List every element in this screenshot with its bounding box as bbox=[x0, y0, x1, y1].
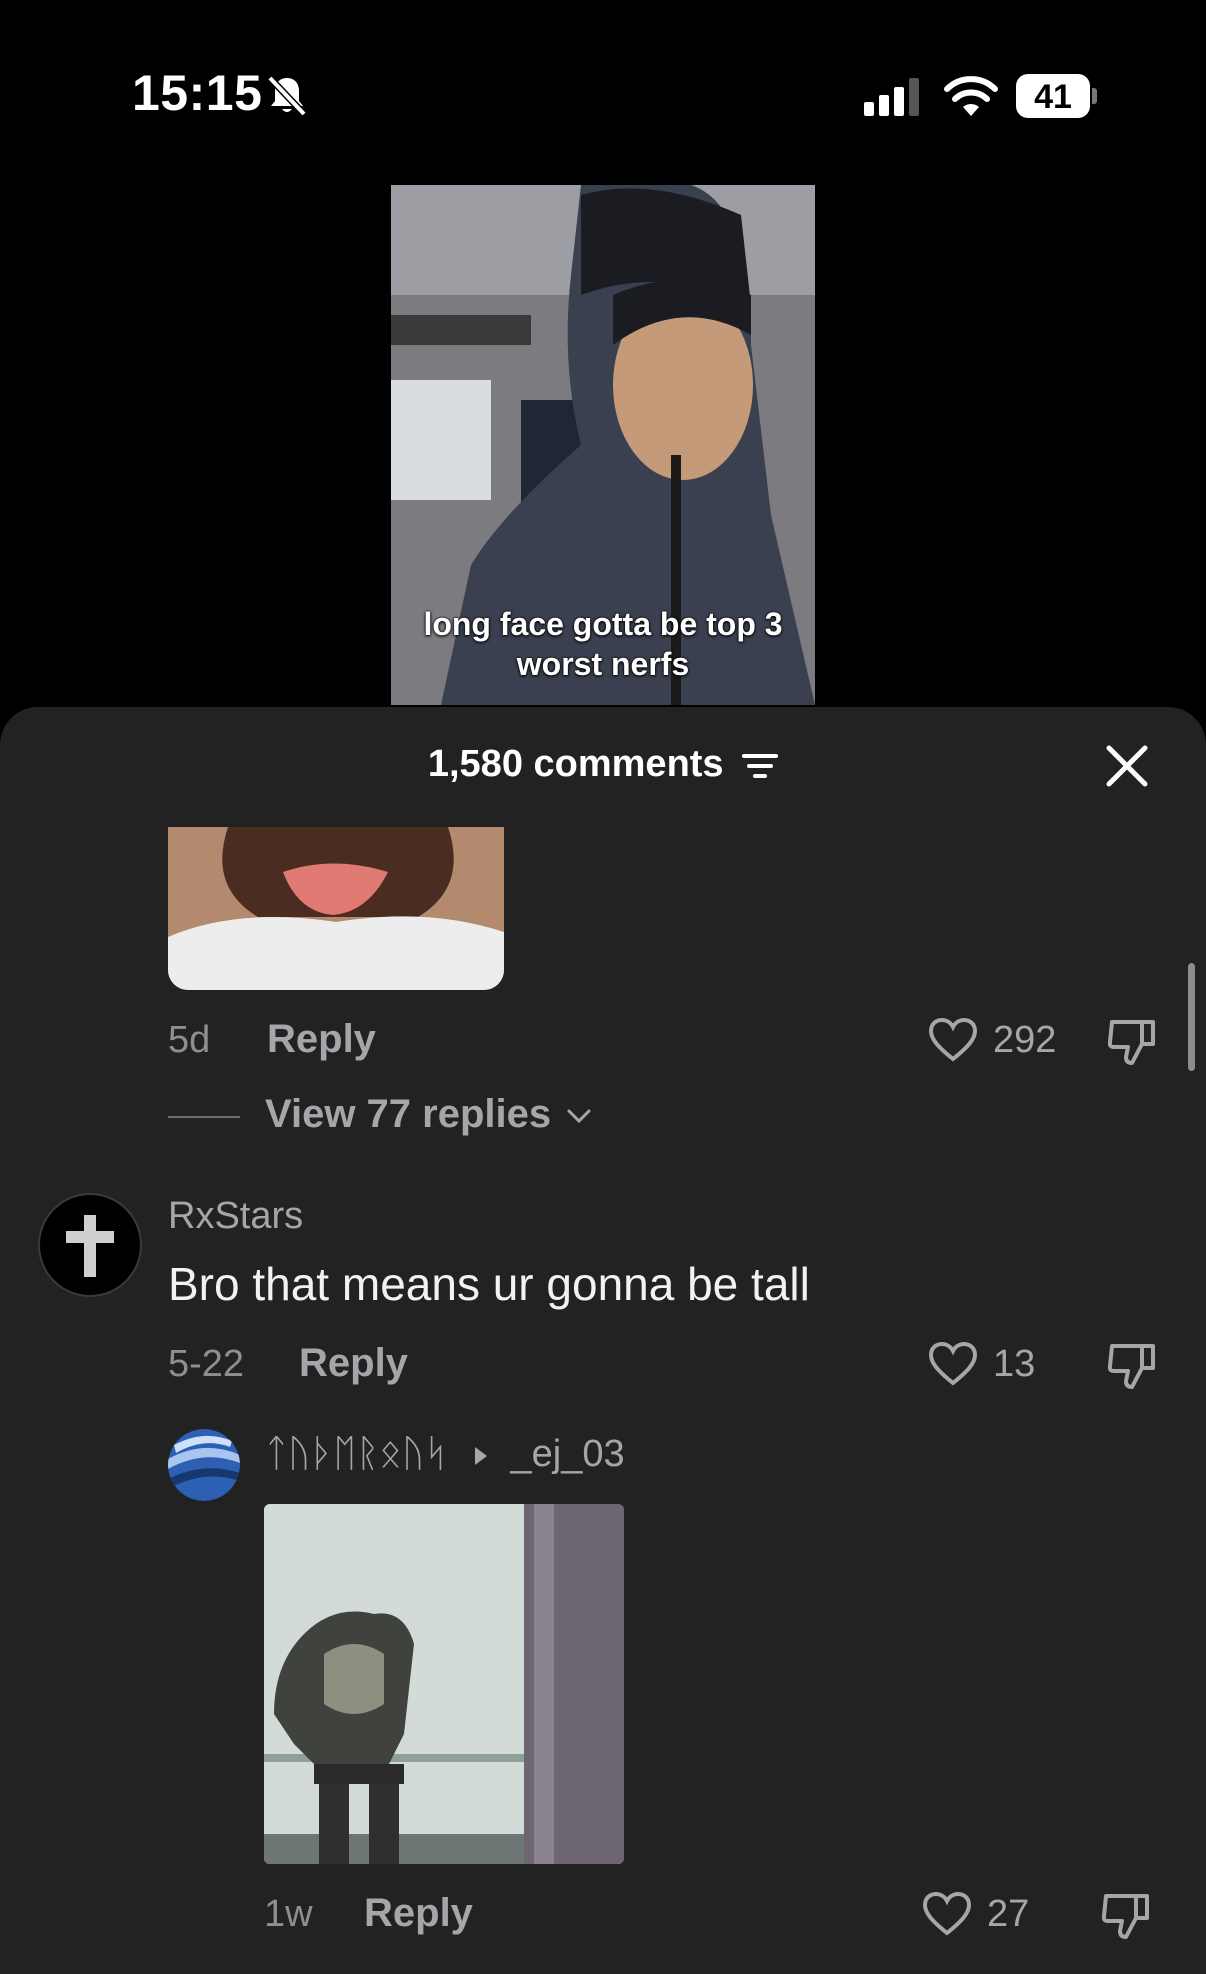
view-replies-label: View 77 replies bbox=[265, 1092, 552, 1136]
comments-header: 1,580 comments bbox=[0, 743, 1206, 786]
comments-count-title: 1,580 comments bbox=[427, 743, 724, 785]
reply-button[interactable]: Reply bbox=[267, 1017, 376, 1062]
replies-divider-line bbox=[168, 1116, 240, 1118]
like-count: 292 bbox=[993, 1019, 1057, 1061]
battery-percentage: 41 bbox=[1034, 78, 1072, 116]
like-count: 27 bbox=[987, 1893, 1030, 1935]
comment-time: 5d bbox=[168, 1019, 211, 1061]
comment-attachment-image bbox=[168, 827, 504, 990]
reply-username-row: ᛏᚢᚦᛖᚱᛟᚢᛋ _ej_03 bbox=[265, 1433, 625, 1476]
heart-icon[interactable] bbox=[928, 1341, 978, 1387]
chevron-down-icon bbox=[567, 1109, 591, 1124]
reply-button[interactable]: Reply bbox=[364, 1891, 473, 1936]
avatar[interactable] bbox=[168, 1429, 240, 1501]
dislike-icon[interactable] bbox=[1106, 1017, 1158, 1067]
dislike-icon[interactable] bbox=[1106, 1341, 1158, 1391]
close-icon[interactable] bbox=[1104, 743, 1150, 789]
status-time: 15:15 bbox=[132, 65, 263, 121]
reply-arrow-icon bbox=[474, 1446, 487, 1465]
avatar[interactable] bbox=[38, 1193, 142, 1297]
comment-image[interactable] bbox=[264, 1504, 624, 1864]
view-replies-button[interactable]: View 77 replies bbox=[265, 1092, 592, 1137]
comment-time: 1w bbox=[264, 1893, 313, 1935]
comment-username[interactable]: RxStars bbox=[168, 1195, 303, 1238]
caption-line-2: worst nerfs bbox=[516, 646, 690, 682]
like-count: 13 bbox=[993, 1343, 1036, 1385]
cross-avatar-image bbox=[66, 1215, 114, 1277]
wifi-icon bbox=[944, 76, 998, 116]
heart-icon[interactable] bbox=[928, 1017, 978, 1063]
caption-line-1: long face gotta be top 3 bbox=[423, 606, 783, 642]
video-caption: long face gotta be top 3 worst nerfs bbox=[391, 604, 815, 684]
comment-image[interactable] bbox=[168, 827, 504, 990]
sort-filter-icon[interactable] bbox=[742, 751, 779, 781]
comment-attachment-image bbox=[264, 1504, 624, 1864]
comments-sheet: 1,580 comments 5d Reply 292 View 77 repl… bbox=[0, 707, 1206, 1974]
battery-indicator: 41 bbox=[1016, 74, 1100, 120]
heart-icon[interactable] bbox=[922, 1891, 972, 1937]
bell-muted-icon bbox=[267, 75, 307, 117]
cellular-signal-icon bbox=[864, 78, 919, 116]
reply-button[interactable]: Reply bbox=[299, 1341, 408, 1386]
comment-text: Bro that means ur gonna be tall bbox=[168, 1258, 810, 1310]
dislike-icon[interactable] bbox=[1100, 1891, 1152, 1941]
reply-to-username[interactable]: _ej_03 bbox=[511, 1433, 625, 1475]
planet-avatar-image bbox=[168, 1429, 240, 1501]
comment-time: 5-22 bbox=[168, 1343, 245, 1385]
comment-username[interactable]: ᛏᚢᚦᛖᚱᛟᚢᛋ bbox=[265, 1433, 447, 1475]
scrollbar[interactable] bbox=[1188, 963, 1195, 1071]
